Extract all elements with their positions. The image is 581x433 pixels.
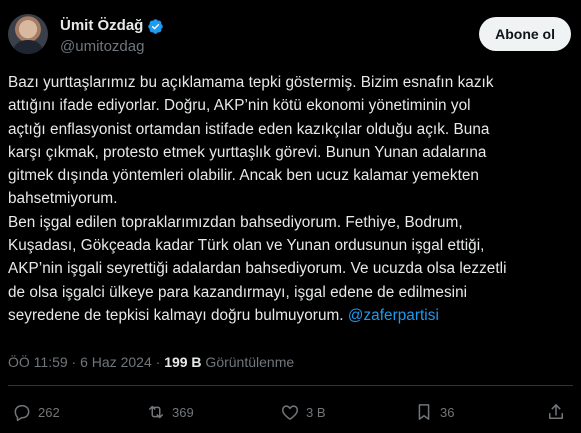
bookmark-button[interactable]: 36 [414,398,454,426]
username[interactable]: @umitozdag [60,37,164,57]
user-info: Ümit Özdağ @umitozdag [60,16,164,57]
reply-count: 262 [38,404,60,420]
tweet-time[interactable]: ÖÖ 11:59 [8,354,68,370]
retweet-count: 369 [172,404,194,420]
divider [8,385,573,386]
display-name-row: Ümit Özdağ [60,16,164,36]
meta-separator: · [151,354,165,370]
like-button[interactable]: 3 B [280,398,326,426]
tweet-date[interactable]: 6 Haz 2024 [80,354,152,370]
follow-button[interactable]: Abone ol [479,17,571,51]
bookmark-count: 36 [440,404,455,420]
reply-icon [14,405,30,422]
tweet-text-body: Bazı yurttaşlarımız bu açıklamama tepki … [8,74,507,324]
mention-link[interactable]: @zaferpartisi [348,307,439,324]
action-bar: 262 369 3 B 36 [0,398,581,426]
tweet-card: Ümit Özdağ @umitozdag Abone ol Bazı yurt… [0,0,581,433]
display-name[interactable]: Ümit Özdağ [60,16,143,36]
bookmark-icon [418,404,430,420]
tweet-text: Bazı yurttaşlarımız bu açıklamama tepki … [8,71,564,327]
retweet-icon [149,405,163,419]
verified-badge-icon [148,18,164,34]
tweet-header: Ümit Özdağ @umitozdag Abone ol [8,14,573,58]
retweet-button[interactable]: 369 [146,398,194,426]
reply-button[interactable]: 262 [12,398,60,426]
meta-separator: · [67,354,81,370]
views-count: 199 B [164,354,202,370]
share-icon [549,404,563,419]
like-count: 3 B [306,404,326,420]
heart-icon [281,405,299,420]
avatar[interactable] [8,14,48,54]
views-label: Görüntülenme [201,354,295,370]
tweet-meta: ÖÖ 11:59 · 6 Haz 2024 · 199 B Görüntülen… [8,352,294,372]
share-button[interactable] [546,398,566,426]
